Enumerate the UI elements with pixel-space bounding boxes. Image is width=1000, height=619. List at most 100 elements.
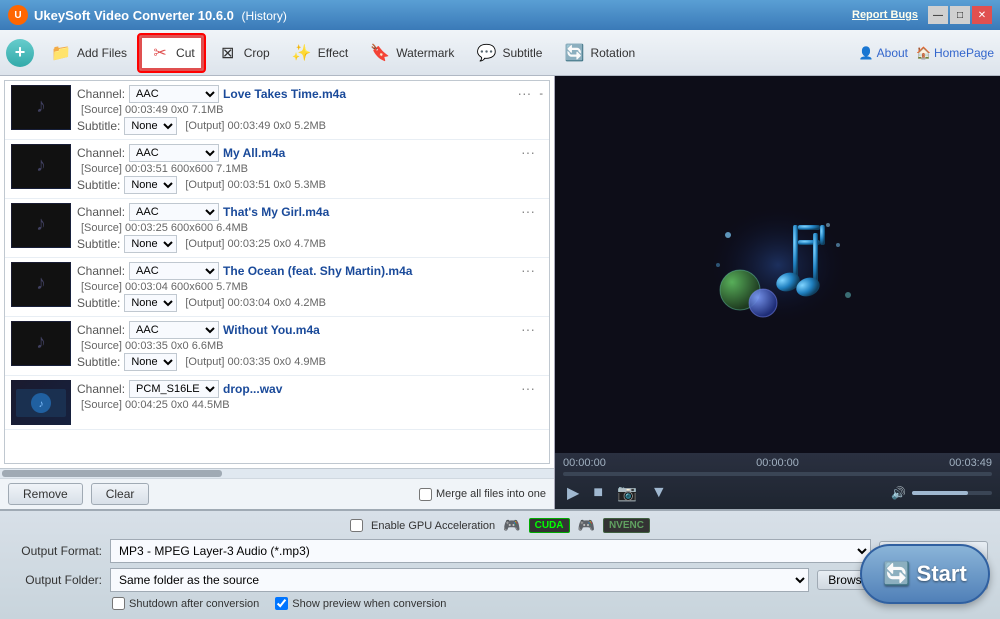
- volume-track[interactable]: [912, 491, 992, 495]
- shutdown-option[interactable]: Shutdown after conversion: [112, 597, 259, 610]
- app-title: UkeySoft Video Converter 10.6.0 (History…: [34, 8, 852, 23]
- svg-text:♪: ♪: [39, 399, 44, 410]
- play-button[interactable]: ▶: [563, 481, 583, 505]
- about-label: About: [877, 46, 908, 60]
- more-options[interactable]: ···: [521, 203, 535, 219]
- time-bar: 00:00:00 00:00:00 00:03:49: [563, 457, 992, 469]
- subtitle-button[interactable]: 💬 Subtitle: [465, 34, 551, 72]
- channel-label: Channel:: [77, 146, 125, 160]
- channel-label: Channel:: [77, 382, 125, 396]
- list-item[interactable]: ♪ Channel: AACPCM_S16LEMP3AC3 drop...wav…: [5, 376, 549, 430]
- add-files-btn-icon: 📁: [49, 41, 73, 65]
- time-mid: 00:00:00: [756, 457, 799, 469]
- rotation-icon: 🔄: [562, 41, 586, 65]
- channel-select[interactable]: AACPCM_S16LEMP3AC3: [129, 380, 219, 398]
- list-item[interactable]: ♪ Channel: AACPCM_S16LEMP3AC3 The Ocean …: [5, 258, 549, 317]
- shutdown-checkbox[interactable]: [112, 597, 125, 610]
- remove-button[interactable]: Remove: [8, 483, 83, 505]
- nvenc-badge: NVENC: [603, 518, 650, 533]
- source-meta: [Source] 00:03:49 0x0 7.1MB: [77, 104, 223, 116]
- channel-select[interactable]: AACPCM_S16LEMP3AC3: [129, 85, 219, 103]
- file-thumb: ♪: [11, 321, 71, 366]
- folder-select[interactable]: Same folder as the source: [110, 568, 809, 592]
- homepage-link[interactable]: 🏠 HomePage: [916, 46, 994, 60]
- subtitle-select[interactable]: None: [124, 235, 177, 253]
- more-options[interactable]: ···: [521, 262, 535, 278]
- app-name: UkeySoft Video Converter 10.6.0: [34, 8, 234, 23]
- merge-label: Merge all files into one: [436, 488, 546, 500]
- merge-checkbox[interactable]: [419, 488, 432, 501]
- title-bar: U UkeySoft Video Converter 10.6.0 (Histo…: [0, 0, 1000, 30]
- rotation-button[interactable]: 🔄 Rotation: [553, 34, 644, 72]
- about-link[interactable]: 👤 About: [859, 46, 908, 60]
- channel-label: Channel:: [77, 87, 125, 101]
- effect-button[interactable]: ✨ Effect: [281, 34, 357, 72]
- file-list-container[interactable]: ♪ Channel: AACPCM_S16LEMP3AC3 Love Takes…: [4, 80, 550, 464]
- report-bugs-link[interactable]: Report Bugs: [852, 9, 918, 21]
- stop-button[interactable]: ■: [589, 482, 607, 504]
- start-button[interactable]: 🔄 Start: [860, 544, 990, 604]
- toolbar: + 📁 Add Files ✂ Cut ⊠ Crop ✨ Effect 🔖 Wa…: [0, 30, 1000, 76]
- preview-panel: 00:00:00 00:00:00 00:03:49 ▶ ■ 📷 ▼ 🔊: [555, 76, 1000, 509]
- more-options[interactable]: ···: [521, 380, 535, 396]
- watermark-button[interactable]: 🔖 Watermark: [359, 34, 463, 72]
- source-meta: [Source] 00:03:51 600x600 7.1MB: [77, 163, 248, 175]
- snapshot-dropdown[interactable]: ▼: [647, 482, 671, 504]
- subtitle-icon: 💬: [474, 41, 498, 65]
- file-dash: -: [539, 88, 543, 100]
- list-item[interactable]: ♪ Channel: AACPCM_S16LEMP3AC3 My All.m4a…: [5, 140, 549, 199]
- output-meta: [Output] 00:03:25 0x0 4.7MB: [181, 238, 326, 250]
- cuda-icon: 🎮: [503, 517, 520, 534]
- channel-select[interactable]: AACPCM_S16LEMP3AC3: [129, 321, 219, 339]
- subtitle-select[interactable]: None: [124, 353, 177, 371]
- file-thumb: ♪: [11, 203, 71, 248]
- add-files-label: Add Files: [77, 46, 127, 60]
- cuda-badge: CUDA: [529, 518, 570, 533]
- file-thumb: ♪: [11, 262, 71, 307]
- time-end: 00:03:49: [949, 457, 992, 469]
- merge-check[interactable]: Merge all files into one: [419, 488, 546, 501]
- bottom-panel: Enable GPU Acceleration 🎮 CUDA 🎮 NVENC O…: [0, 509, 1000, 619]
- nvenc-icon: 🎮: [578, 517, 595, 534]
- subtitle-select[interactable]: None: [124, 176, 177, 194]
- close-button[interactable]: ✕: [972, 6, 992, 24]
- channel-label: Channel:: [77, 264, 125, 278]
- subtitle-select[interactable]: None: [124, 294, 177, 312]
- minimize-button[interactable]: —: [928, 6, 948, 24]
- source-meta: [Source] 00:03:35 0x0 6.6MB: [77, 340, 223, 352]
- channel-select[interactable]: AACPCM_S16LEMP3AC3: [129, 203, 219, 221]
- cut-label: Cut: [176, 46, 195, 60]
- maximize-button[interactable]: □: [950, 6, 970, 24]
- subtitle-label: Subtitle:: [77, 237, 120, 251]
- snapshot-button[interactable]: 📷: [613, 481, 641, 505]
- watermark-label: Watermark: [396, 46, 454, 60]
- gpu-acceleration-checkbox[interactable]: [350, 519, 363, 532]
- subtitle-select[interactable]: None: [124, 117, 177, 135]
- source-meta: [Source] 00:04:25 0x0 44.5MB: [77, 399, 230, 411]
- list-item[interactable]: ♪ Channel: AACPCM_S16LEMP3AC3 That's My …: [5, 199, 549, 258]
- hscroll-thumb: [2, 470, 222, 477]
- add-files-icon[interactable]: +: [6, 39, 34, 67]
- more-options[interactable]: ···: [521, 144, 535, 160]
- main-content: ♪ Channel: AACPCM_S16LEMP3AC3 Love Takes…: [0, 76, 1000, 509]
- volume-fill: [912, 491, 968, 495]
- list-item[interactable]: ♪ Channel: AACPCM_S16LEMP3AC3 Without Yo…: [5, 317, 549, 376]
- channel-select[interactable]: AACPCM_S16LEMP3AC3: [129, 262, 219, 280]
- channel-select[interactable]: AACPCM_S16LEMP3AC3: [129, 144, 219, 162]
- more-options[interactable]: ···: [517, 85, 531, 101]
- clear-button[interactable]: Clear: [91, 483, 150, 505]
- cut-button[interactable]: ✂ Cut: [138, 34, 205, 72]
- toolbar-right: 👤 About 🏠 HomePage: [859, 46, 994, 60]
- add-files-button[interactable]: 📁 Add Files: [40, 34, 136, 72]
- horizontal-scrollbar[interactable]: [0, 468, 554, 478]
- output-meta: [Output] 00:03:35 0x0 4.9MB: [181, 356, 326, 368]
- format-select[interactable]: MP3 - MPEG Layer-3 Audio (*.mp3): [110, 539, 871, 563]
- channel-label: Channel:: [77, 323, 125, 337]
- show-preview-checkbox[interactable]: [275, 597, 288, 610]
- list-item[interactable]: ♪ Channel: AACPCM_S16LEMP3AC3 Love Takes…: [5, 81, 549, 140]
- crop-button[interactable]: ⊠ Crop: [207, 34, 279, 72]
- source-meta: [Source] 00:03:04 600x600 5.7MB: [77, 281, 248, 293]
- more-options[interactable]: ···: [521, 321, 535, 337]
- show-preview-option[interactable]: Show preview when conversion: [275, 597, 446, 610]
- progress-track[interactable]: [563, 472, 992, 476]
